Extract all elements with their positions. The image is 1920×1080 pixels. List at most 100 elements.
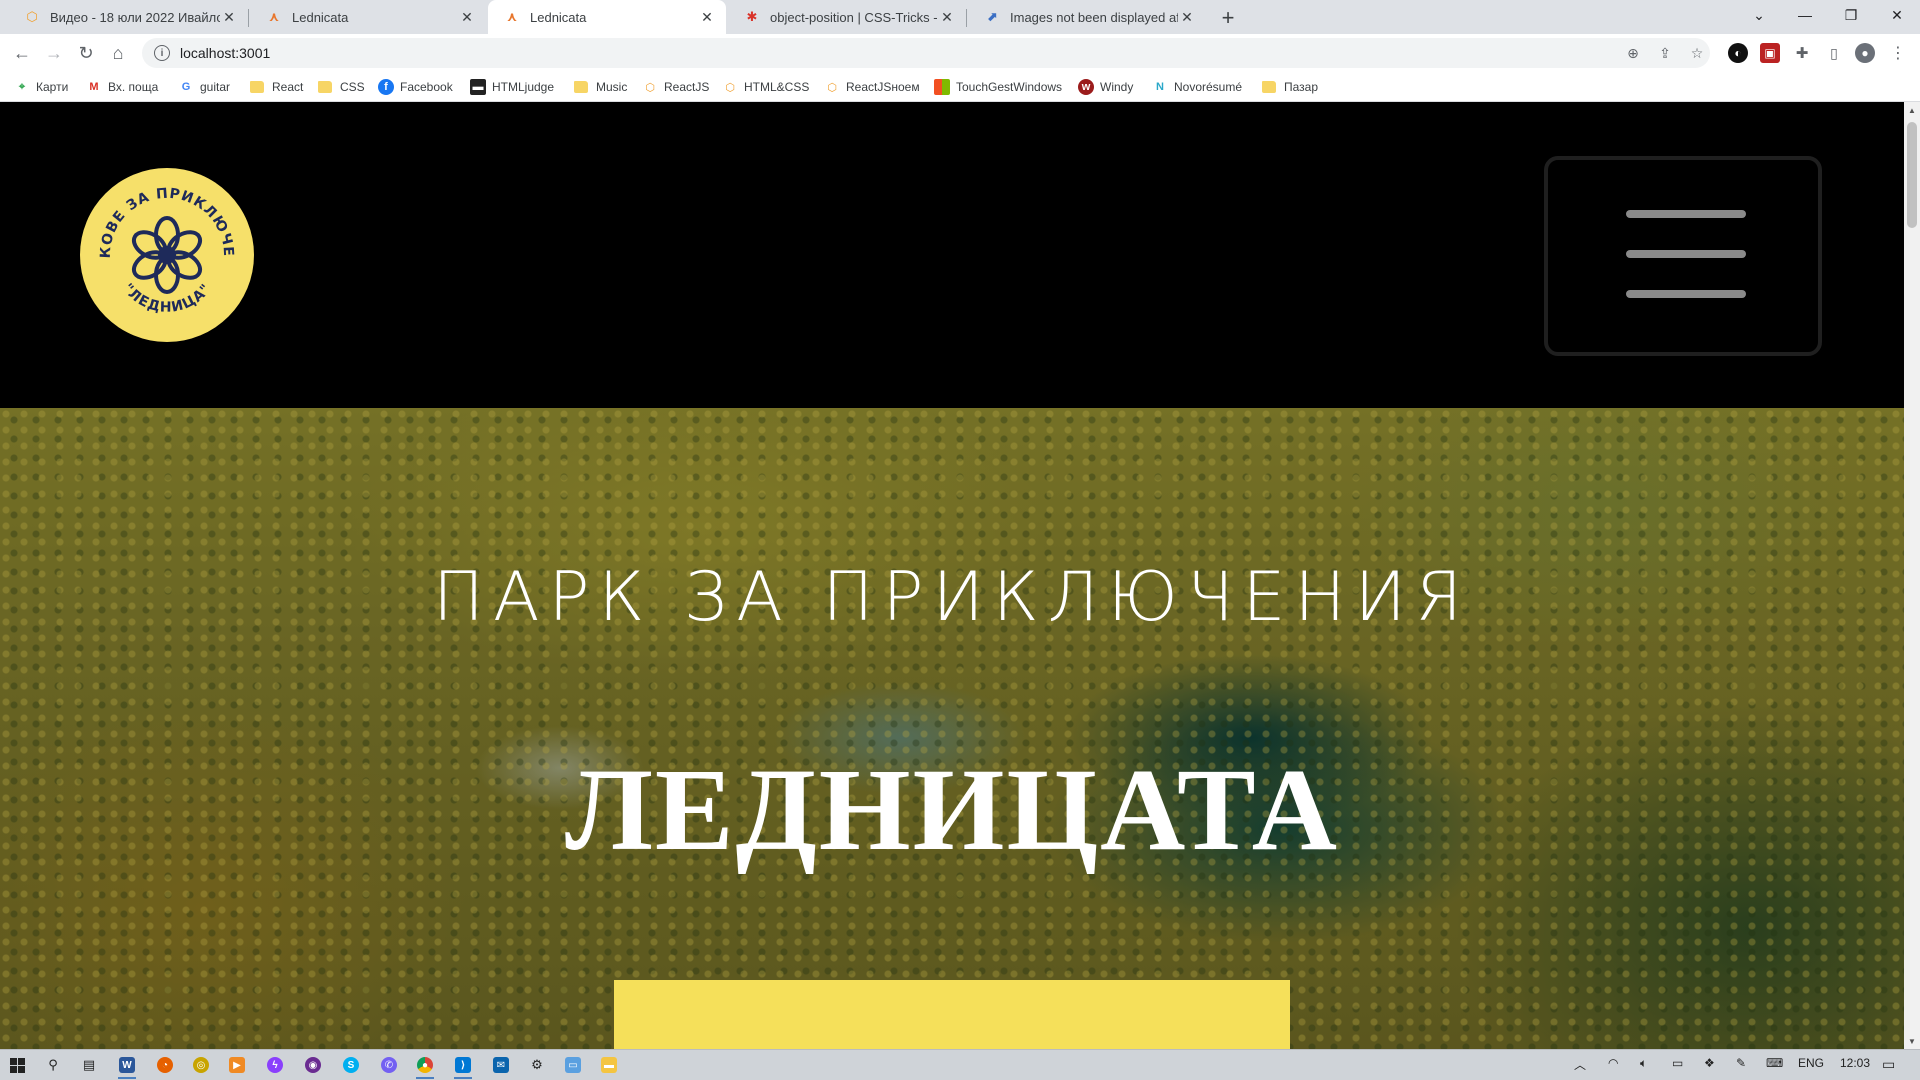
softuni-icon: ⬡ (645, 81, 655, 94)
site-info-icon[interactable]: i (154, 45, 170, 61)
menu-bar-line (1626, 290, 1746, 298)
tab-search-chevron-icon[interactable]: ⌄ (1736, 0, 1782, 30)
react-icon: ⋏ (268, 9, 280, 24)
close-icon[interactable]: ✕ (458, 8, 476, 26)
zoom-icon[interactable]: ⊕ (1622, 42, 1644, 64)
close-icon[interactable]: ✕ (1178, 8, 1196, 26)
language-indicator[interactable]: ENG (1798, 1056, 1824, 1070)
bookmark-reactjs[interactable]: ⬡ ReactJS (642, 77, 709, 97)
new-tab-button[interactable]: + (1214, 4, 1242, 32)
bookmark-maps[interactable]: ⌖ Карти (14, 77, 68, 97)
chrome-icon[interactable]: ● (412, 1053, 438, 1079)
bookmark-star-icon[interactable]: ☆ (1686, 42, 1708, 64)
bookmark-folder-music[interactable]: Music (574, 77, 627, 97)
windy-icon: w (1078, 79, 1094, 95)
keyboard-icon[interactable]: ⌨ (1766, 1056, 1783, 1070)
tab-title: Lednicata (530, 9, 587, 25)
tab-css-tricks[interactable]: ✱ object-position | CSS-Tricks - CSS ✕ (728, 0, 966, 34)
reload-button[interactable]: ↻ (72, 39, 100, 67)
mail-icon[interactable]: ✉ (488, 1053, 514, 1077)
tab-stackoverflow[interactable]: ⬈ Images not been displayed after ✕ (968, 0, 1206, 34)
bookmark-guitar[interactable]: G guitar (178, 77, 230, 97)
bookmark-facebook[interactable]: f Facebook (378, 77, 453, 97)
search-icon[interactable]: ⚲ (40, 1053, 66, 1077)
tab-strip: ⬡ Видео - 18 юли 2022 Ивайло Па ✕ ⋏ Ledn… (0, 0, 1920, 34)
css-tricks-icon: ✱ (746, 9, 758, 24)
extensions-puzzle-icon[interactable]: ✚ (1792, 43, 1812, 63)
bookmark-folder-css[interactable]: CSS (318, 77, 365, 97)
app-icon[interactable]: ◎ (188, 1053, 214, 1077)
bookmark-label: React (272, 80, 304, 94)
side-panel-icon[interactable]: ▯ (1824, 43, 1844, 63)
close-icon[interactable]: ✕ (938, 8, 956, 26)
remote-desktop-icon[interactable]: ▭ (560, 1053, 586, 1077)
cta-button[interactable] (614, 980, 1290, 1049)
tray-chevron-up-icon[interactable]: ︿ (1574, 1056, 1586, 1073)
profile-avatar[interactable]: ● (1855, 43, 1875, 63)
tor-icon[interactable]: ◉ (300, 1053, 326, 1077)
scroll-down-icon[interactable]: ▼ (1904, 1033, 1920, 1049)
close-icon[interactable]: ✕ (220, 8, 238, 26)
restore-button[interactable]: ❐ (1828, 0, 1874, 30)
windows-taskbar: ⚲ ▤ W ◔ ◎ ▶ ϟ ◉ S ✆ ● ⟩ ✉ ⚙ ▭ ▬ ︿ ◠ 🔈︎ ▭… (0, 1049, 1920, 1080)
bookmark-novoresume[interactable]: N Novorésumé (1152, 77, 1242, 97)
bookmark-windy[interactable]: w Windy (1078, 77, 1133, 97)
bookmark-label: TouchGestWindows (956, 80, 1063, 94)
address-bar[interactable]: i localhost:3001 ⊕ ⇪ ☆ (142, 38, 1710, 68)
tab-lednicata-1[interactable]: ⋏ Lednicata ✕ (250, 0, 486, 34)
park-logo[interactable]: ПАРКОВЕ ЗА ПРИКЛЮЧЕНИЯ "ЛЕДНИЦА" (80, 168, 254, 342)
google-icon: G (181, 81, 191, 93)
minimize-button[interactable]: — (1782, 0, 1828, 30)
media-player-icon[interactable]: ▶ (224, 1053, 250, 1077)
volume-icon[interactable]: 🔈︎ (1640, 1056, 1647, 1071)
extension-icon[interactable]: ▣ (1760, 43, 1780, 63)
file-explorer-icon[interactable]: ▬ (596, 1053, 622, 1077)
bookmark-label: Пазар (1284, 80, 1319, 94)
bookmark-label: ReactJS (664, 80, 710, 94)
network-icon[interactable]: ◠ (1608, 1056, 1618, 1070)
bookmark-folder-pazar[interactable]: Пазар (1262, 77, 1318, 97)
messenger-icon[interactable]: ϟ (262, 1053, 288, 1077)
home-button[interactable]: ⌂ (104, 39, 132, 67)
notifications-icon[interactable]: ▭ (1882, 1056, 1895, 1073)
task-view-icon[interactable]: ▤ (76, 1053, 102, 1077)
tab-lednicata-active[interactable]: ⋏ Lednicata ✕ (488, 0, 726, 34)
bookmark-touchgest[interactable]: TouchGestWindows (934, 77, 1062, 97)
hero-section: ПАРК ЗА ПРИКЛЮЧЕНИЯ ЛЕДНИЦАТА (0, 408, 1904, 1049)
scroll-thumb[interactable] (1907, 122, 1917, 228)
page-scrollbar[interactable]: ▲ ▼ (1904, 102, 1920, 1049)
bookmark-label: HTML&CSS (744, 80, 810, 94)
bookmark-reactjs-noem[interactable]: ⬡ ReactJSноем (824, 77, 919, 97)
viber-icon[interactable]: ✆ (376, 1053, 402, 1077)
close-icon[interactable]: ✕ (698, 8, 716, 26)
firefox-icon[interactable]: ◔ (152, 1053, 178, 1077)
forward-button[interactable]: → (40, 39, 68, 67)
tab-title: object-position | CSS-Tricks - CSS (770, 9, 938, 25)
pen-icon[interactable]: ✎ (1736, 1056, 1746, 1070)
bookmark-htmlcss[interactable]: ⬡ HTML&CSS (722, 77, 809, 97)
bookmark-label: Novorésumé (1174, 80, 1243, 94)
more-menu-icon[interactable]: ⋮ (1888, 43, 1908, 63)
bookmark-htmljudge[interactable]: ▬ HTMLjudge (470, 77, 554, 97)
scroll-up-icon[interactable]: ▲ (1904, 102, 1920, 118)
windows-icon (934, 79, 950, 95)
close-window-button[interactable]: ✕ (1874, 0, 1920, 30)
tab-video[interactable]: ⬡ Видео - 18 юли 2022 Ивайло Па ✕ (8, 0, 248, 34)
settings-gear-icon[interactable]: ⚙ (524, 1053, 550, 1077)
word-icon[interactable]: W (114, 1053, 140, 1079)
bookmark-gmail[interactable]: M Вх. поща (86, 77, 158, 97)
back-button[interactable]: ← (8, 39, 36, 67)
share-icon[interactable]: ⇪ (1654, 42, 1676, 64)
hamburger-menu-button[interactable] (1544, 156, 1822, 356)
bookmark-label: CSS (340, 80, 365, 94)
skype-icon[interactable]: S (338, 1053, 364, 1077)
vscode-icon[interactable]: ⟩ (450, 1053, 476, 1079)
tab-title: Images not been displayed after (1010, 9, 1178, 25)
battery-icon[interactable]: ▭ (1672, 1056, 1683, 1070)
windows-start-icon[interactable] (4, 1053, 30, 1077)
bookmark-folder-react[interactable]: React (250, 77, 303, 97)
clock[interactable]: 12:03 (1840, 1056, 1870, 1070)
stackoverflow-icon: ⬈ (986, 9, 998, 24)
dropbox-icon[interactable]: ❖ (1704, 1056, 1715, 1070)
extension-icon[interactable]: ◐ (1728, 43, 1748, 63)
